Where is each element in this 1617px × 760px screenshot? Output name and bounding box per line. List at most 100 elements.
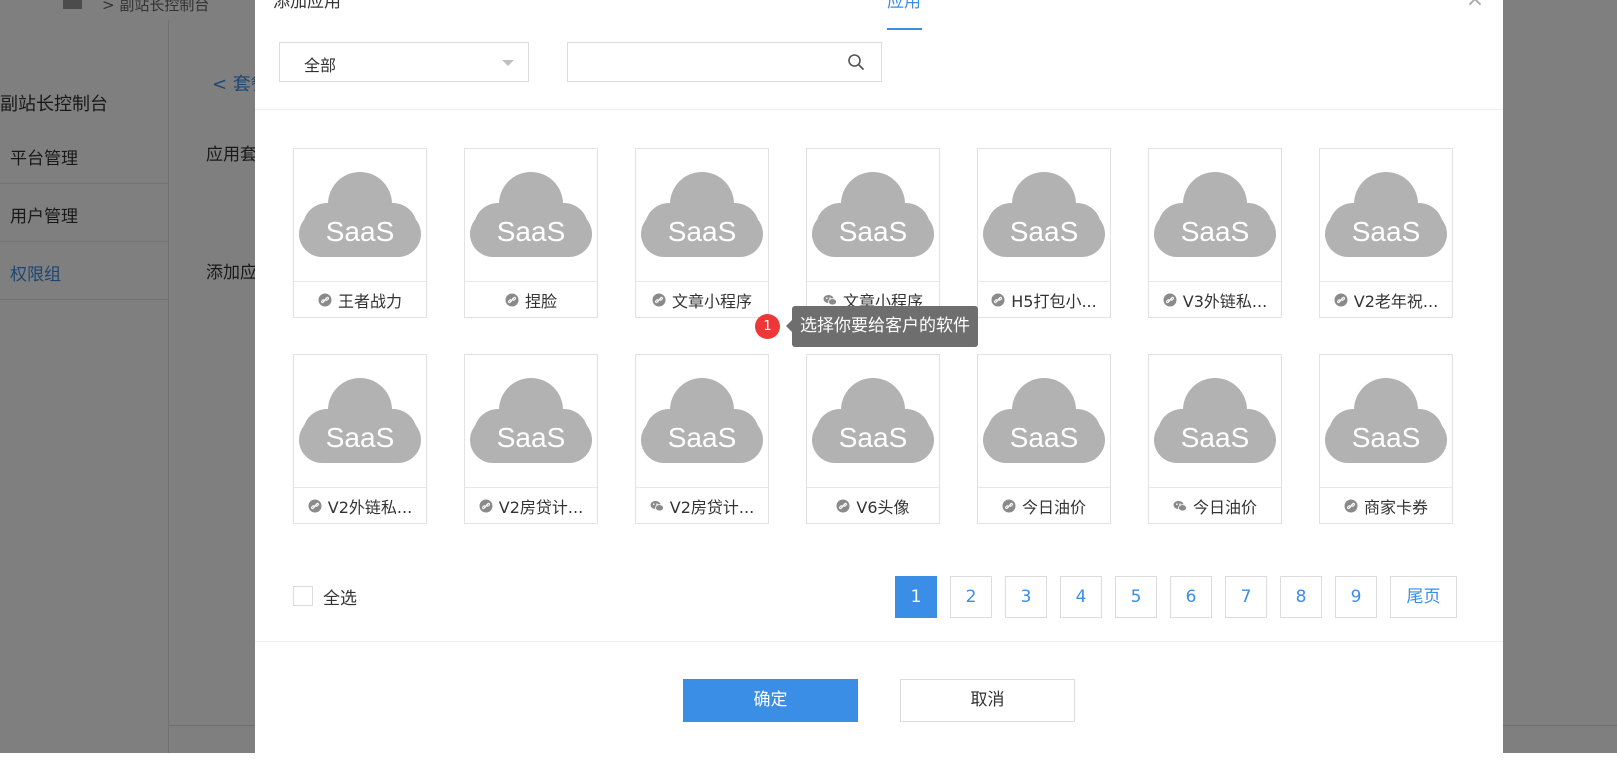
saas-cloud-icon: SaaS [1154, 172, 1276, 257]
app-name: V3外链私... [1182, 291, 1268, 311]
search-input[interactable] [568, 43, 838, 81]
app-thumbnail: SaaS [1320, 355, 1452, 488]
app-card-footer: V3外链私... [1149, 282, 1281, 317]
app-thumbnail: SaaS [807, 355, 939, 488]
app-card[interactable]: SaaS 文章小程序 [806, 148, 940, 318]
tab-apps[interactable]: 应用 [887, 0, 921, 12]
saas-cloud-icon: SaaS [470, 378, 592, 463]
search-icon[interactable] [847, 53, 865, 71]
saas-text: SaaS [1181, 216, 1250, 247]
app-thumbnail: SaaS [465, 355, 597, 488]
saas-cloud-icon: SaaS [812, 172, 934, 257]
link-icon [479, 499, 493, 512]
app-card-footer: V2老年祝... [1320, 282, 1452, 317]
link-icon [836, 499, 850, 512]
page-button-3[interactable]: 3 [1005, 576, 1047, 618]
app-thumbnail: SaaS [636, 149, 768, 282]
app-card[interactable]: SaaS V2房贷计... [464, 354, 598, 524]
page-button-7[interactable]: 7 [1225, 576, 1267, 618]
app-thumbnail: SaaS [1149, 149, 1281, 282]
link-icon [308, 499, 322, 512]
page-button-1[interactable]: 1 [895, 576, 937, 618]
page-button-2[interactable]: 2 [950, 576, 992, 618]
saas-cloud-icon: SaaS [641, 172, 763, 257]
saas-text: SaaS [668, 216, 737, 247]
app-card[interactable]: SaaS 王者战力 [293, 148, 427, 318]
app-card[interactable]: SaaS V2房贷计... [635, 354, 769, 524]
app-name: 今日油价 [1192, 497, 1257, 517]
page-button-6[interactable]: 6 [1170, 576, 1212, 618]
app-card-footer: H5打包小... [978, 282, 1110, 317]
category-select[interactable]: 全部 [279, 42, 529, 82]
select-all-label[interactable]: 全选 [323, 584, 357, 609]
app-name: 今日油价 [1021, 497, 1086, 517]
app-card[interactable]: SaaS 今日油价 [1148, 354, 1282, 524]
wechat-icon [650, 500, 664, 511]
guide-tooltip: 选择你要给客户的软件 [786, 306, 978, 347]
saas-text: SaaS [1181, 422, 1250, 453]
cancel-button[interactable]: 取消 [900, 679, 1075, 722]
link-icon [318, 293, 332, 306]
app-card-footer: V6头像 [807, 488, 939, 523]
select-all-checkbox[interactable] [293, 586, 313, 606]
app-name: V2房贷计... [498, 497, 584, 517]
app-card[interactable]: SaaS 商家卡券 [1319, 354, 1453, 524]
saas-cloud-icon: SaaS [641, 378, 763, 463]
app-thumbnail: SaaS [1149, 355, 1281, 488]
app-thumbnail: SaaS [1320, 149, 1452, 282]
app-name: H5打包小... [1011, 291, 1097, 311]
app-card[interactable]: SaaS V6头像 [806, 354, 940, 524]
app-name: V2房贷计... [669, 497, 755, 517]
app-card-footer: V2房贷计... [636, 488, 768, 523]
app-thumbnail: SaaS [294, 149, 426, 282]
link-icon [652, 293, 666, 306]
app-card-footer: V2房贷计... [465, 488, 597, 523]
saas-text: SaaS [1352, 422, 1421, 453]
app-card[interactable]: SaaS V3外链私... [1148, 148, 1282, 318]
search-box [567, 42, 882, 82]
page-button-5[interactable]: 5 [1115, 576, 1157, 618]
saas-text: SaaS [497, 216, 566, 247]
saas-cloud-icon: SaaS [812, 378, 934, 463]
link-icon [505, 293, 519, 306]
page-button-4[interactable]: 4 [1060, 576, 1102, 618]
category-select-value: 全部 [304, 56, 337, 75]
app-card-footer: 王者战力 [294, 282, 426, 317]
saas-text: SaaS [839, 422, 908, 453]
link-icon [1334, 293, 1348, 306]
tooltip-arrow [786, 320, 792, 332]
app-name: 捏脸 [524, 291, 557, 311]
app-name: V6头像 [856, 497, 910, 517]
app-card[interactable]: SaaS 文章小程序 [635, 148, 769, 318]
app-card[interactable]: SaaS V2外链私... [293, 354, 427, 524]
confirm-button[interactable]: 确定 [683, 679, 858, 722]
link-icon [1163, 293, 1177, 306]
saas-cloud-icon: SaaS [470, 172, 592, 257]
saas-text: SaaS [839, 216, 908, 247]
app-name: V2外链私... [327, 497, 413, 517]
saas-text: SaaS [668, 422, 737, 453]
app-card-footer: 商家卡券 [1320, 488, 1452, 523]
app-card[interactable]: SaaS 今日油价 [977, 354, 1111, 524]
page-button-9[interactable]: 9 [1335, 576, 1377, 618]
page-button-8[interactable]: 8 [1280, 576, 1322, 618]
app-card[interactable]: SaaS V2老年祝... [1319, 148, 1453, 318]
saas-cloud-icon: SaaS [299, 172, 421, 257]
app-card-footer: 今日油价 [978, 488, 1110, 523]
tab-underline [887, 28, 922, 30]
app-card[interactable]: SaaS 捏脸 [464, 148, 598, 318]
app-card[interactable]: SaaS H5打包小... [977, 148, 1111, 318]
step-badge: 1 [755, 314, 780, 339]
app-thumbnail: SaaS [807, 149, 939, 282]
app-thumbnail: SaaS [978, 149, 1110, 282]
app-thumbnail: SaaS [465, 149, 597, 282]
last-page-button[interactable]: 尾页 [1390, 576, 1457, 618]
app-name: 王者战力 [337, 291, 402, 311]
saas-cloud-icon: SaaS [1154, 378, 1276, 463]
close-icon[interactable]: × [1465, 0, 1485, 12]
app-thumbnail: SaaS [294, 355, 426, 488]
add-app-modal: 添加应用 应用 × 全部 SaaS王者战力SaaS捏脸SaaS文章小程序SaaS… [255, 0, 1503, 760]
app-card-footer: 今日油价 [1149, 488, 1281, 523]
saas-text: SaaS [326, 216, 395, 247]
saas-cloud-icon: SaaS [1325, 172, 1447, 257]
